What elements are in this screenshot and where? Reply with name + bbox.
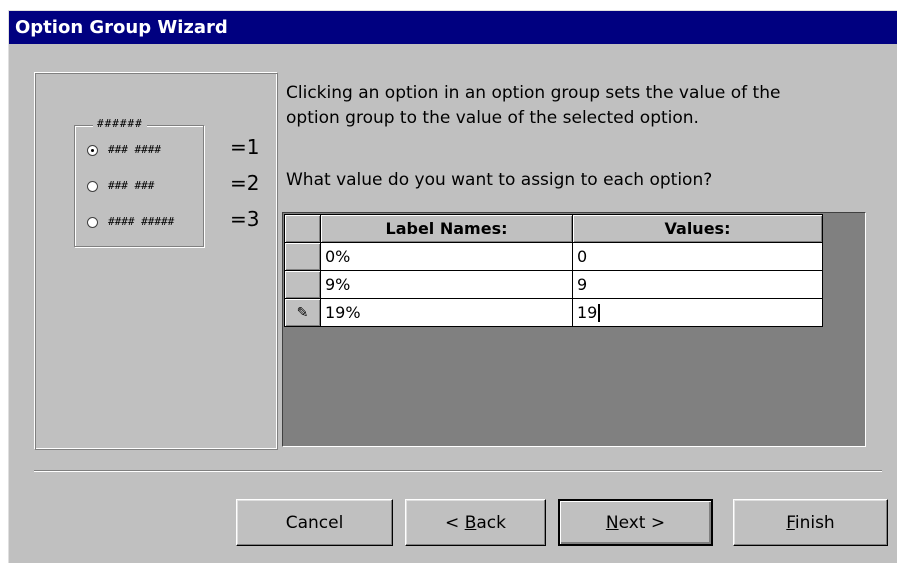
preview-option-1: ### #### [87, 142, 161, 158]
next-button[interactable]: Next > [558, 499, 713, 546]
values-grid: Label Names: Values: 0% 0 9% 9 ✎ 19% 19 [284, 214, 823, 327]
finish-button[interactable]: Finish [733, 499, 888, 546]
row-selector[interactable] [284, 242, 321, 271]
preview-option-label: #### ##### [108, 215, 175, 228]
finish-button-label: Finish [786, 513, 834, 533]
option-group-preview: ###### ### #### ### ### #### ##### =1 =2… [34, 72, 278, 450]
preview-value-2: =2 [230, 171, 260, 195]
title-bar: Option Group Wizard [9, 11, 897, 44]
back-button-label: < Back [445, 513, 506, 533]
radio-icon [87, 180, 98, 192]
row-selector-edit-pencil-icon[interactable]: ✎ [284, 298, 321, 327]
cancel-button[interactable]: Cancel [236, 499, 393, 546]
radio-selected-icon [87, 144, 98, 156]
frame-caption: ###### [93, 117, 147, 130]
table-row: 9% 9 [284, 270, 823, 299]
grid-corner[interactable] [284, 214, 321, 243]
preview-value-3: =3 [230, 207, 260, 231]
radio-icon [87, 216, 98, 228]
instruction-line-2: option group to the value of the selecte… [286, 108, 699, 128]
back-mnemonic: B [464, 512, 477, 533]
value-cell-editing[interactable]: 19 [572, 298, 823, 327]
label-names-header[interactable]: Label Names: [320, 214, 573, 243]
grid-header-row: Label Names: Values: [284, 214, 823, 243]
value-cell-text: 19 [577, 302, 598, 322]
back-rest: ack [476, 512, 506, 533]
next-rest: ext > [618, 512, 666, 533]
option-group-wizard-window: Option Group Wizard ###### ### #### ### … [8, 10, 897, 563]
label-name-cell[interactable]: 0% [320, 242, 573, 271]
preview-option-3: #### ##### [87, 214, 174, 230]
option-group-frame: ###### ### #### ### ### #### ##### [74, 117, 204, 247]
values-header[interactable]: Values: [572, 214, 823, 243]
cancel-button-label: Cancel [285, 512, 344, 533]
text-caret [598, 304, 601, 323]
preview-option-label: ### #### [108, 143, 161, 156]
divider [34, 470, 882, 472]
preview-option-label: ### ### [108, 179, 155, 192]
row-selector[interactable] [284, 270, 321, 299]
value-cell[interactable]: 0 [572, 242, 823, 271]
next-mnemonic: N [605, 512, 619, 533]
back-prefix: < [445, 512, 465, 533]
label-name-cell[interactable]: 19% [320, 298, 573, 327]
next-button-label: Next > [606, 513, 665, 533]
finish-rest: inish [794, 512, 835, 533]
back-button[interactable]: < Back [405, 499, 546, 546]
label-name-cell[interactable]: 9% [320, 270, 573, 299]
finish-mnemonic: F [786, 512, 795, 533]
instruction-line-1: Clicking an option in an option group se… [286, 83, 781, 103]
preview-value-1: =1 [230, 135, 260, 159]
question-text: What value do you want to assign to each… [286, 170, 713, 190]
values-datasheet[interactable]: Label Names: Values: 0% 0 9% 9 ✎ 19% 19 [282, 212, 866, 447]
value-cell[interactable]: 9 [572, 270, 823, 299]
instruction-text: Clicking an option in an option group se… [286, 81, 866, 131]
table-row: ✎ 19% 19 [284, 298, 823, 327]
table-row: 0% 0 [284, 242, 823, 271]
preview-option-2: ### ### [87, 178, 154, 194]
